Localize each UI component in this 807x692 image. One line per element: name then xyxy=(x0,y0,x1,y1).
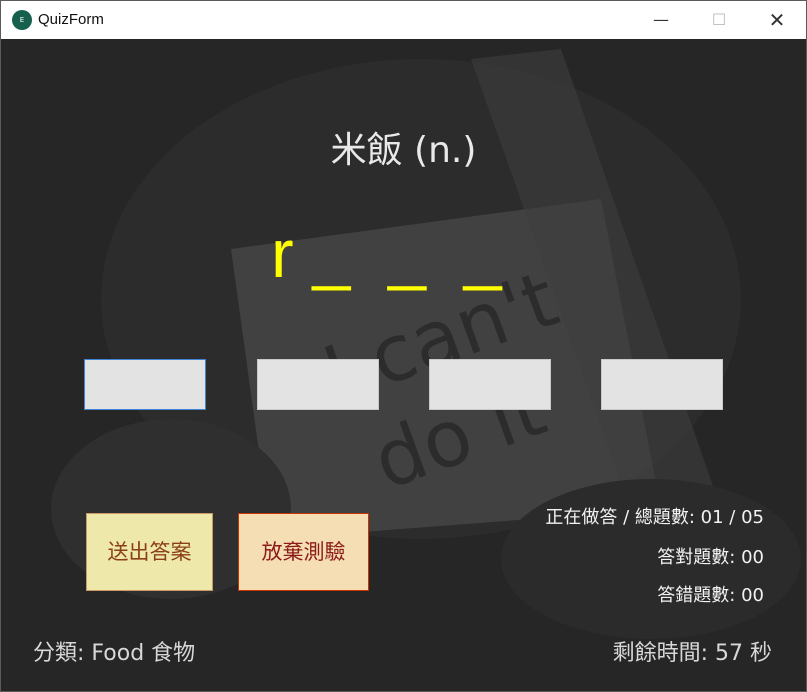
window-title: QuizForm xyxy=(38,11,104,28)
submit-answer-button[interactable]: 送出答案 xyxy=(86,513,213,591)
quiz-content: I can't do it 米飯 (n.) r _ _ _ 送出答案 放棄測驗 … xyxy=(1,39,806,691)
progress-label: 正在做答 / 總題數: 01 / 05 xyxy=(545,507,764,528)
wrong-count: 答錯題數: 00 xyxy=(657,585,764,606)
app-icon: E xyxy=(12,10,32,30)
letter-input-1[interactable] xyxy=(84,359,206,410)
spelling-hint: r _ _ _ xyxy=(271,216,502,292)
maximize-button[interactable]: ☐ xyxy=(690,1,748,39)
chinese-word: 米飯 (n.) xyxy=(330,130,477,171)
letter-input-2[interactable] xyxy=(257,359,379,410)
give-up-button[interactable]: 放棄測驗 xyxy=(238,513,369,591)
quiz-window: E QuizForm — ☐ ✕ I can't do it 米飯 (n.) r… xyxy=(0,0,807,692)
letter-input-3[interactable] xyxy=(429,359,551,410)
correct-count: 答對題數: 00 xyxy=(657,547,764,568)
time-remaining: 剩餘時間: 57 秒 xyxy=(612,641,772,666)
title-bar[interactable]: E QuizForm — ☐ ✕ xyxy=(1,1,806,39)
minimize-button[interactable]: — xyxy=(632,1,690,39)
category-label: 分類: Food 食物 xyxy=(33,641,196,666)
letter-input-4[interactable] xyxy=(601,359,723,410)
close-button[interactable]: ✕ xyxy=(748,1,806,39)
